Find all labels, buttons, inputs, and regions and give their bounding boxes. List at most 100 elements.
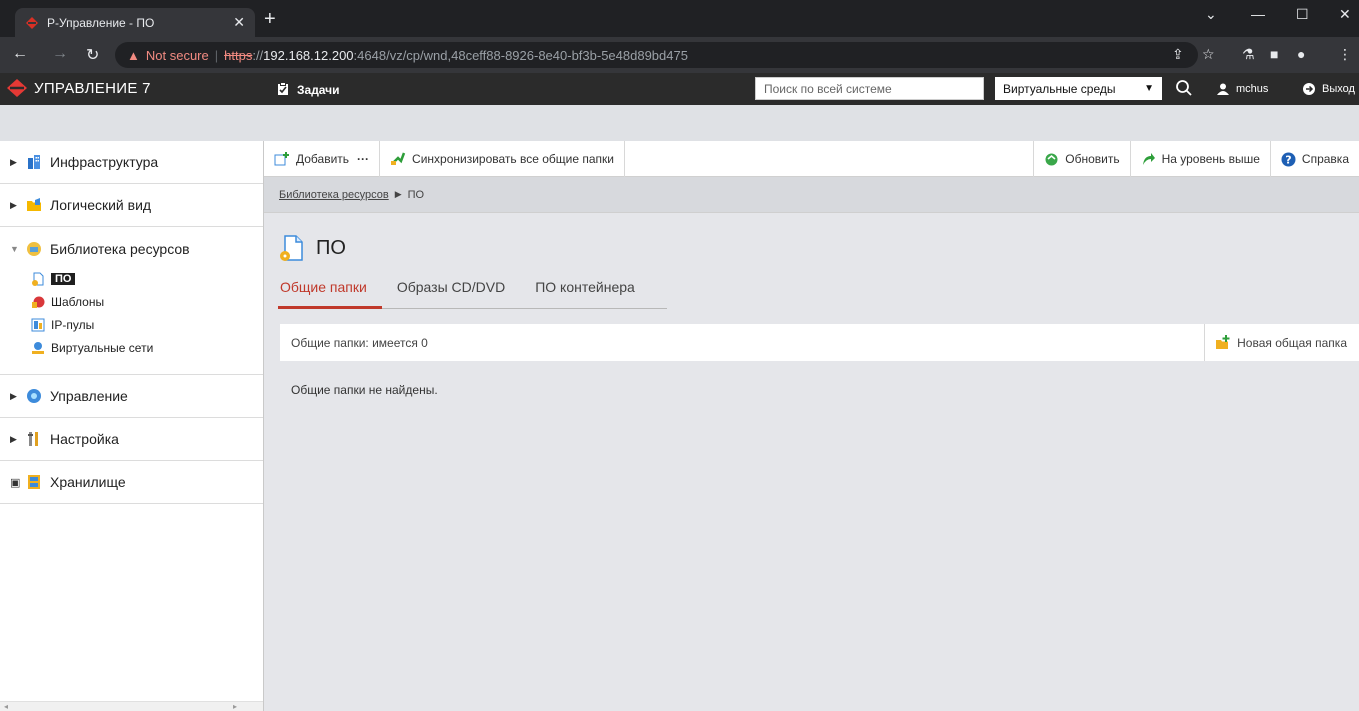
folder-icon — [27, 198, 41, 211]
refresh-button[interactable]: Обновить — [1033, 141, 1129, 177]
sidebar-group-library: ▼ Библиотека ресурсов ПО Шаблоны IP-пулы… — [0, 227, 263, 375]
action-toolbar: Добавить ··· Синхронизировать все общие … — [264, 140, 1359, 177]
scroll-right-icon[interactable]: ▸ — [233, 702, 237, 711]
network-icon — [32, 341, 44, 354]
breadcrumb-separator-icon: ▶ — [394, 189, 402, 199]
sidebar-item-logical-view[interactable]: ▶ Логический вид — [0, 184, 263, 227]
breadcrumb-current: ПО — [407, 188, 425, 201]
tab-shared-folders[interactable]: Общие папки — [278, 279, 382, 309]
more-options-button[interactable]: ··· — [357, 152, 369, 166]
storage-icon — [28, 475, 40, 489]
level-up-icon — [1142, 152, 1155, 165]
new-tab-button[interactable]: + — [264, 9, 276, 29]
sidebar-subitem-virtual-networks[interactable]: Виртуальные сети — [0, 339, 263, 356]
breadcrumb: Библиотека ресурсов ▶ ПО — [264, 177, 1359, 213]
ip-pool-icon — [31, 318, 45, 331]
browser-tab-title: Р-Управление - ПО — [47, 15, 155, 30]
software-icon — [32, 272, 44, 286]
bookmark-star-icon[interactable]: ☆ — [1202, 46, 1215, 63]
chevron-down-icon: ▼ — [1144, 83, 1154, 94]
forward-icon[interactable]: → — [52, 45, 68, 63]
pin-icon: ▣ — [10, 476, 21, 489]
scroll-left-icon[interactable]: ◂ — [4, 702, 8, 711]
browser-tab-bar: Р-Управление - ПО ✕ + ⌄ — ☐ ✕ — [0, 0, 1359, 37]
user-menu[interactable]: mchus — [1217, 83, 1268, 95]
expand-icon: ▶ — [10, 156, 17, 167]
brand-logo[interactable]: УПРАВЛЕНИЕ 7 — [7, 79, 151, 97]
sidepanel-icon[interactable]: ■ — [1270, 46, 1278, 62]
url-protocol: https — [224, 47, 253, 63]
expand-icon: ▶ — [10, 199, 17, 210]
sidebar-subitem-software[interactable]: ПО — [0, 270, 263, 287]
sidebar: ▶ Инфраструктура ▶ Логический вид ▼ Библ… — [0, 141, 264, 711]
tab-cd-dvd-images[interactable]: Образы CD/DVD — [382, 279, 520, 309]
shared-folders-count: Общие папки: имеется 0 — [291, 335, 428, 350]
refresh-icon — [1045, 153, 1058, 165]
environment-select[interactable]: Виртуальные среды ▼ — [995, 77, 1162, 100]
management-icon — [27, 389, 41, 403]
sidebar-subitem-ip-pools[interactable]: IP-пулы — [0, 316, 263, 333]
logout-button[interactable]: Выход — [1303, 83, 1355, 95]
tab-search-icon[interactable]: ⌄ — [1205, 6, 1217, 23]
add-icon — [274, 151, 289, 165]
extension-icon[interactable]: ⚗ — [1242, 46, 1255, 63]
content-tabs: Общие папки Образы CD/DVD ПО контейнера — [278, 279, 667, 309]
maximize-icon[interactable]: ☐ — [1296, 6, 1309, 23]
user-icon — [1217, 83, 1229, 95]
help-button[interactable]: ? Справка — [1269, 141, 1359, 177]
browser-tab[interactable]: Р-Управление - ПО ✕ — [15, 8, 255, 37]
global-search-input[interactable] — [755, 77, 984, 100]
expand-icon: ▶ — [10, 433, 17, 444]
add-button[interactable]: Добавить ··· — [264, 140, 381, 177]
level-up-button[interactable]: На уровень выше — [1129, 141, 1270, 177]
url-path: :4648/vz/cp/wnd,48ceff88-8926-8e40-bf3b-… — [353, 47, 688, 63]
sidebar-item-storage[interactable]: ▣ Хранилище — [0, 461, 263, 504]
clipboard-icon — [277, 82, 289, 98]
sidebar-horizontal-scrollbar[interactable]: ◂ ▸ — [0, 701, 263, 711]
library-icon — [27, 241, 41, 256]
breadcrumb-link-library[interactable]: Библиотека ресурсов — [279, 189, 389, 201]
tab-container-software[interactable]: ПО контейнера — [520, 279, 650, 309]
url-separator: :// — [252, 47, 264, 63]
search-icon[interactable] — [1175, 79, 1193, 97]
share-icon[interactable]: ⇪ — [1172, 46, 1184, 63]
app-logo-icon — [26, 16, 38, 29]
back-icon[interactable]: ← — [12, 45, 28, 63]
brand-icon — [7, 79, 27, 97]
infrastructure-icon — [28, 155, 40, 169]
close-tab-icon[interactable]: ✕ — [233, 14, 245, 31]
tasks-button[interactable]: Задачи — [277, 82, 340, 98]
sidebar-item-library[interactable]: ▼ Библиотека ресурсов — [0, 227, 263, 270]
templates-icon — [32, 296, 45, 308]
app-header: УПРАВЛЕНИЕ 7 Задачи Виртуальные среды ▼ … — [0, 73, 1359, 105]
main-content: ПО Общие папки Образы CD/DVD ПО контейне… — [264, 213, 1359, 711]
sidebar-item-infrastructure[interactable]: ▶ Инфраструктура — [0, 141, 263, 184]
url-host: 192.168.12.200 — [263, 47, 354, 63]
svg-text:?: ? — [1285, 153, 1291, 166]
sync-icon — [391, 152, 406, 165]
close-window-icon[interactable]: ✕ — [1339, 6, 1351, 23]
browser-address-bar: ← → ↻ ▲ Not secure | https :// 192.168.1… — [0, 37, 1359, 73]
sync-all-button[interactable]: Синхронизировать все общие папки — [380, 140, 626, 177]
not-secure-badge[interactable]: ▲ Not secure — [127, 48, 209, 63]
collapse-icon: ▼ — [10, 243, 19, 254]
new-shared-folder-button[interactable]: Новая общая папка — [1204, 324, 1359, 361]
browser-menu-icon[interactable]: ⋮ — [1338, 46, 1352, 63]
reload-icon[interactable]: ↻ — [86, 45, 99, 65]
settings-icon — [28, 432, 38, 446]
software-icon — [280, 235, 303, 261]
logout-icon — [1303, 83, 1315, 95]
expand-icon: ▶ — [10, 390, 17, 401]
warning-icon: ▲ — [127, 47, 140, 63]
sidebar-item-settings[interactable]: ▶ Настройка — [0, 418, 263, 461]
sidebar-item-management[interactable]: ▶ Управление — [0, 375, 263, 418]
empty-list-message: Общие папки не найдены. — [291, 383, 438, 397]
shared-folders-list-header: Общие папки: имеется 0 Новая общая папка — [280, 324, 1359, 361]
minimize-icon[interactable]: — — [1251, 6, 1265, 22]
new-folder-icon — [1216, 335, 1230, 349]
help-icon: ? — [1281, 152, 1296, 166]
url-field[interactable]: ▲ Not secure | https :// 192.168.12.200 … — [115, 42, 1198, 68]
profile-icon[interactable]: ● — [1297, 46, 1305, 62]
sidebar-subitem-templates[interactable]: Шаблоны — [0, 293, 263, 310]
page-title: ПО — [278, 234, 346, 262]
